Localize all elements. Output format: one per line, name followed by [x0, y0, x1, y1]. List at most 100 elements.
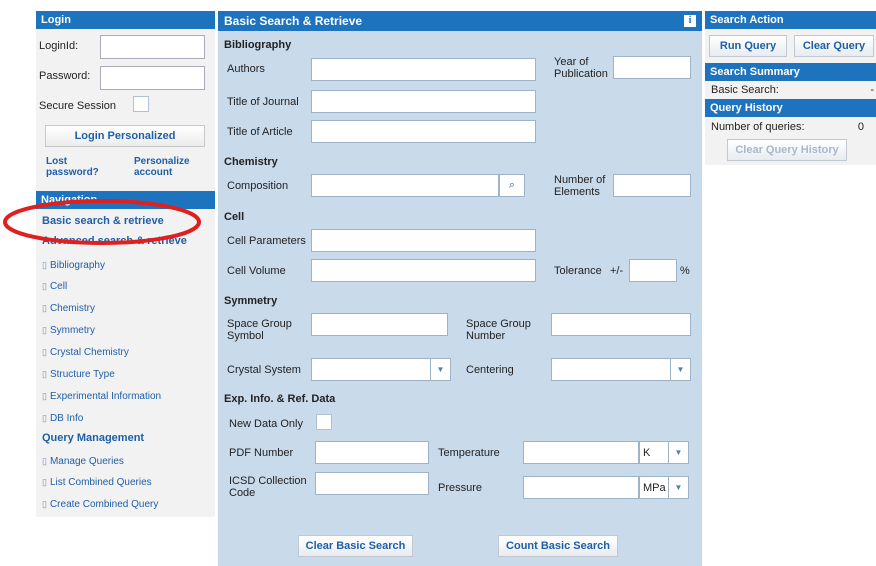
page-icon: ▯ — [42, 260, 47, 270]
plusminus-label: +/- — [610, 265, 624, 277]
right-sidebar: Search Action Run Query Clear Query Sear… — [705, 11, 876, 165]
crystal-system-select[interactable] — [311, 358, 431, 381]
left-sidebar: Login LoginId: Password: Secure Session … — [36, 11, 215, 517]
nav-symmetry[interactable]: ▯ Symmetry — [42, 325, 95, 336]
count-basic-search-button[interactable]: Count Basic Search — [498, 535, 618, 557]
icsd-code-input[interactable] — [315, 472, 429, 495]
login-personalized-button[interactable]: Login Personalized — [45, 125, 205, 147]
pdf-number-label: PDF Number — [229, 447, 294, 459]
sg-symbol-input[interactable] — [311, 313, 448, 336]
page-icon: ▯ — [42, 413, 47, 423]
clear-basic-search-button[interactable]: Clear Basic Search — [298, 535, 413, 557]
authors-label: Authors — [227, 63, 265, 75]
lost-password-link[interactable]: Lost password? — [46, 156, 102, 178]
pressure-unit: MPa — [639, 476, 669, 499]
nav-experimental-information[interactable]: ▯ Experimental Information — [42, 391, 161, 402]
query-history-box: Clear Query History — [705, 137, 876, 165]
authors-input[interactable] — [311, 58, 536, 81]
cell-volume-label: Cell Volume — [227, 265, 286, 277]
num-elements-label: Number of Elements — [554, 174, 606, 198]
highlight-ellipse — [3, 199, 201, 245]
chevron-down-icon[interactable]: ▼ — [431, 358, 451, 381]
pressure-input[interactable] — [523, 476, 639, 499]
num-queries-value: 0 — [857, 121, 864, 133]
symmetry-heading: Symmetry — [224, 295, 278, 307]
new-data-only-label: New Data Only — [229, 418, 303, 430]
chevron-down-icon[interactable]: ▼ — [669, 441, 689, 464]
page-icon: ▯ — [42, 369, 47, 379]
password-label: Password: — [39, 70, 91, 82]
composition-input[interactable] — [311, 174, 499, 197]
cell-parameters-label: Cell Parameters — [227, 235, 306, 247]
query-management-heading: Query Management — [42, 432, 145, 444]
basic-search-header: Basic Search & Retrieve i — [218, 11, 702, 31]
page-icon: ▯ — [42, 456, 47, 466]
nav-list-combined-queries[interactable]: ▯ List Combined Queries — [42, 477, 152, 488]
sg-number-input[interactable] — [551, 313, 691, 336]
exp-info-heading: Exp. Info. & Ref. Data — [224, 393, 336, 405]
tolerance-label: Tolerance — [554, 265, 602, 277]
nav-manage-queries[interactable]: ▯ Manage Queries — [42, 456, 124, 467]
page-icon: ▯ — [42, 347, 47, 357]
password-input[interactable] — [100, 66, 205, 90]
chemistry-heading: Chemistry — [224, 156, 278, 168]
chevron-down-icon[interactable]: ▼ — [669, 476, 689, 499]
temperature-unit: K — [639, 441, 669, 464]
article-label: Title of Article — [227, 126, 293, 138]
pressure-label: Pressure — [438, 482, 483, 494]
nav-db-info[interactable]: ▯ DB Info — [42, 413, 83, 424]
num-elements-input[interactable] — [613, 174, 691, 197]
secure-session-label: Secure Session — [39, 100, 117, 112]
basic-search-value: - — [870, 84, 874, 96]
composition-label: Composition — [227, 180, 289, 192]
page-icon: ▯ — [42, 281, 47, 291]
nav-chemistry[interactable]: ▯ Chemistry — [42, 303, 95, 314]
temperature-input[interactable] — [523, 441, 639, 464]
search-action-box: Run Query Clear Query — [705, 29, 876, 63]
nav-bibliography[interactable]: ▯ Bibliography — [42, 260, 105, 271]
page-icon: ▯ — [42, 391, 47, 401]
login-id-input[interactable] — [100, 35, 205, 59]
cell-volume-input[interactable] — [311, 259, 536, 282]
article-input[interactable] — [311, 120, 536, 143]
temperature-label: Temperature — [438, 447, 500, 459]
run-query-button[interactable]: Run Query — [709, 35, 787, 57]
year-input[interactable] — [613, 56, 691, 79]
search-icon[interactable]: ⌕ — [499, 174, 525, 197]
query-history-header: Query History — [705, 99, 876, 117]
chevron-down-icon[interactable]: ▼ — [671, 358, 691, 381]
page-icon: ▯ — [42, 499, 47, 509]
page-icon: ▯ — [42, 477, 47, 487]
percent-label: % — [680, 265, 690, 277]
centering-label: Centering — [466, 364, 514, 376]
clear-query-history-button[interactable]: Clear Query History — [727, 139, 847, 161]
nav-crystal-chemistry[interactable]: ▯ Crystal Chemistry — [42, 347, 129, 358]
num-queries-row: Number of queries: 0 — [705, 117, 876, 137]
year-label: Year of Publication — [554, 56, 608, 80]
page-icon: ▯ — [42, 303, 47, 313]
nav-cell[interactable]: ▯ Cell — [42, 281, 67, 292]
cell-heading: Cell — [224, 211, 245, 223]
crystal-system-label: Crystal System — [227, 364, 301, 376]
nav-create-combined-query[interactable]: ▯ Create Combined Query — [42, 499, 158, 510]
nav-structure-type[interactable]: ▯ Structure Type — [42, 369, 115, 380]
sg-number-label: Space Group Number — [466, 318, 531, 342]
pdf-number-input[interactable] — [315, 441, 429, 464]
tolerance-input[interactable] — [629, 259, 677, 282]
icsd-code-label: ICSD Collection Code — [229, 475, 307, 499]
search-summary-header: Search Summary — [705, 63, 876, 81]
personalize-account-link[interactable]: Personalize account — [134, 156, 196, 178]
login-header: Login — [36, 11, 215, 29]
journal-input[interactable] — [311, 90, 536, 113]
login-id-label: LoginId: — [39, 40, 79, 52]
new-data-only-checkbox[interactable] — [316, 414, 332, 430]
centering-select[interactable] — [551, 358, 671, 381]
journal-label: Title of Journal — [227, 96, 299, 108]
clear-query-button[interactable]: Clear Query — [794, 35, 874, 57]
sg-symbol-label: Space Group Symbol — [227, 318, 292, 342]
basic-search-summary: Basic Search: - — [705, 81, 876, 99]
info-icon[interactable]: i — [684, 15, 696, 27]
cell-parameters-input[interactable] — [311, 229, 536, 252]
bibliography-heading: Bibliography — [224, 39, 292, 51]
secure-session-checkbox[interactable] — [133, 96, 149, 112]
